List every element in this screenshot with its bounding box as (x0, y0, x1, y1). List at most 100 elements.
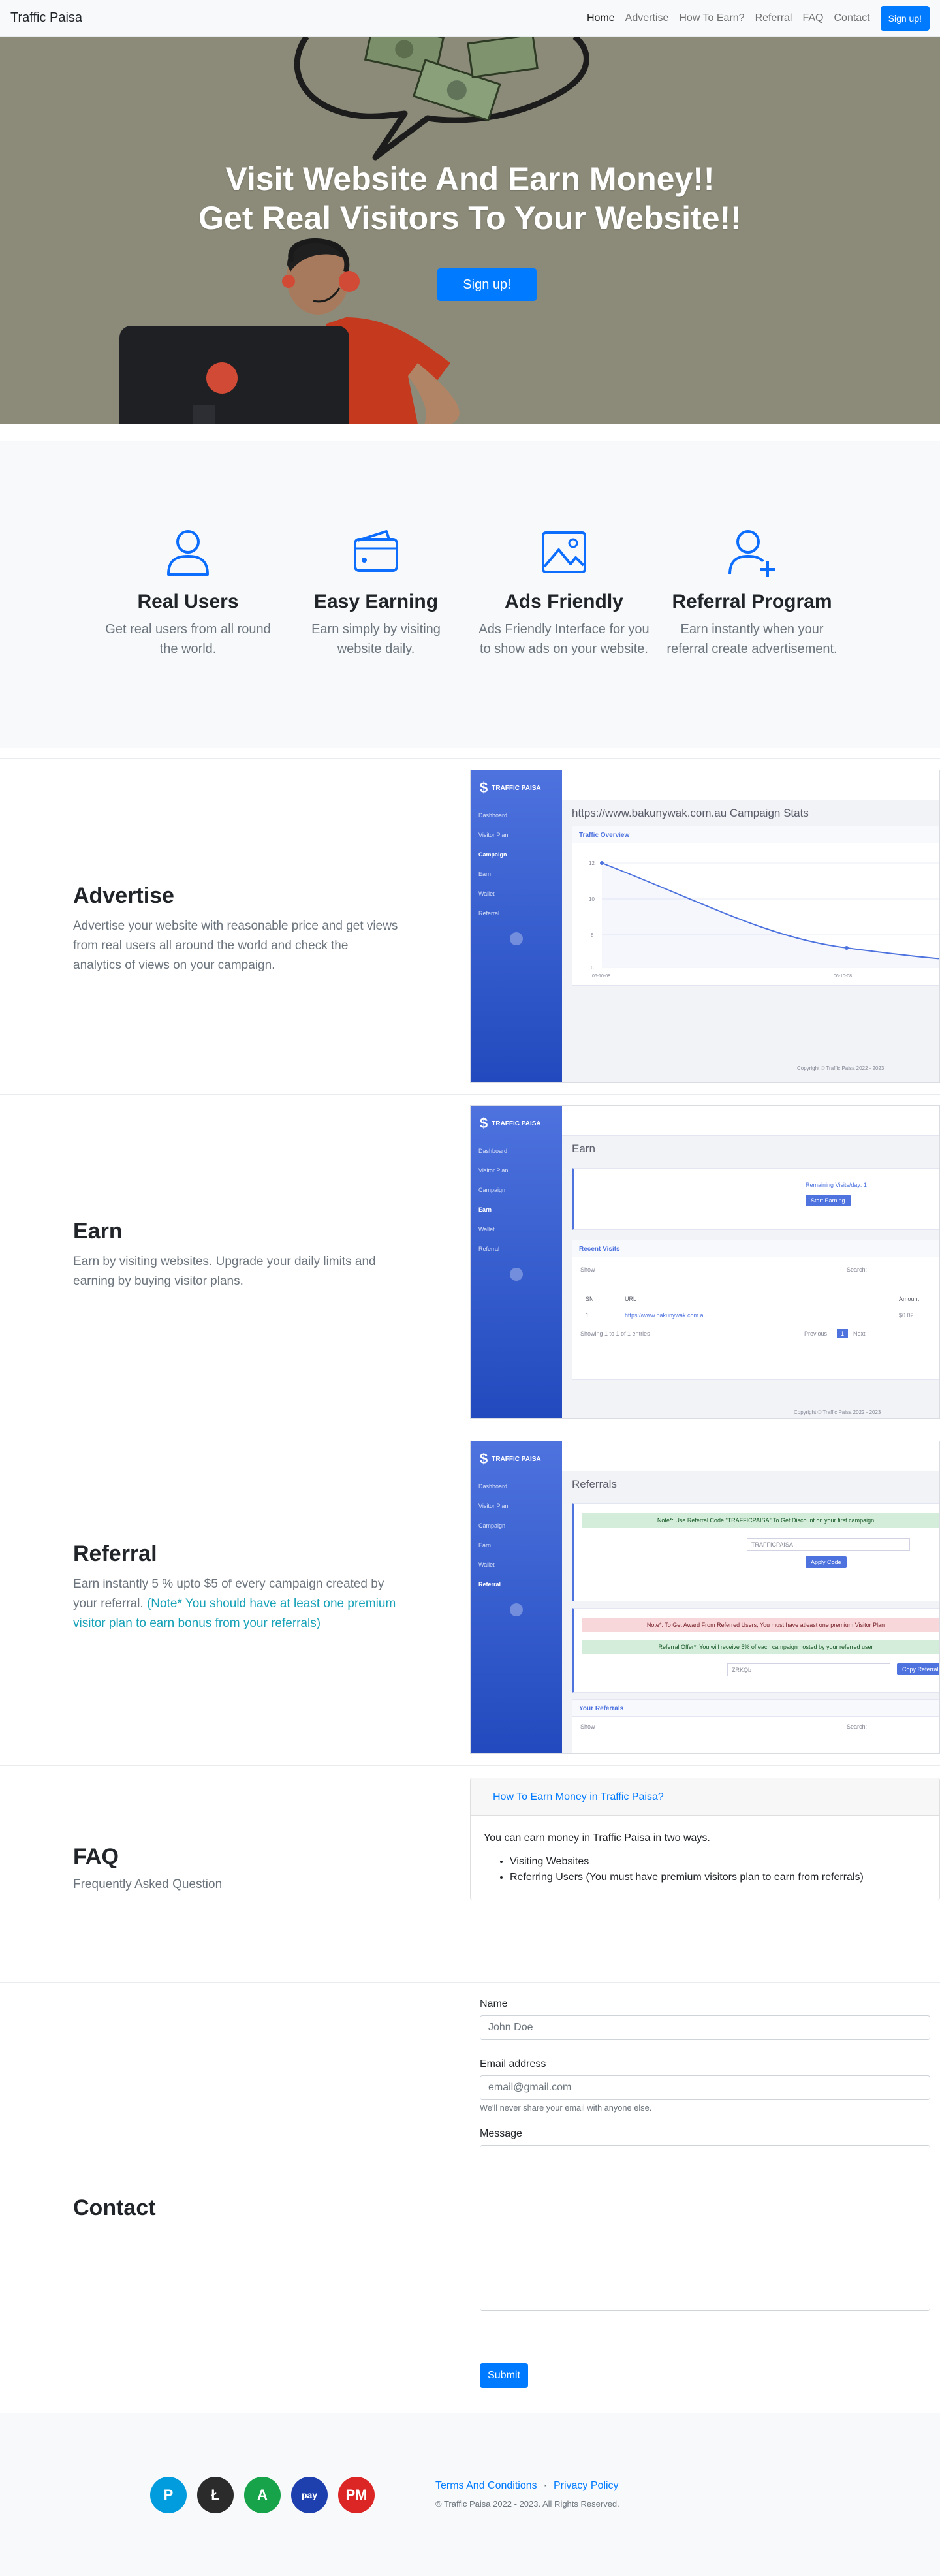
navbar: Traffic Paisa Home Advertise How To Earn… (0, 0, 940, 37)
referral-title: Referral (73, 1541, 157, 1566)
email-label: Email address (480, 2058, 546, 2069)
pagination-page: 1 (837, 1329, 849, 1338)
separator: · (543, 2480, 547, 2491)
sidebar-item-wallet: Wallet (478, 1226, 495, 1233)
row-amount: $0.02 (899, 1312, 914, 1319)
sidebar-item-dashboard: Dashboard (478, 812, 508, 819)
referral-code-card: Note*: Use Referral Code "TRAFFICPAISA" … (572, 1503, 939, 1601)
hero-section: Visit Website And Earn Money!! Get Real … (0, 37, 940, 424)
referral-text: Earn instantly 5 % upto $5 of every camp… (73, 1575, 400, 1633)
pagination-prev: Previous (804, 1330, 828, 1337)
sidebar-item-dashboard: Dashboard (478, 1148, 508, 1154)
faq-answer: You can earn money in Traffic Paisa in t… (471, 1816, 939, 1900)
dashboard-topbar (562, 1106, 939, 1136)
sidebar-item-wallet: Wallet (478, 1562, 495, 1568)
feature-referral-program: Referral Program Earn instantly when you… (658, 526, 846, 748)
campaign-stats-heading: https://www.bakunywak.com.au Campaign St… (572, 807, 809, 819)
feature-title: Referral Program (672, 591, 832, 612)
earn-text-block: Earn Earn by visiting websites. Upgrade … (73, 1219, 400, 1291)
remaining-visits: Remaining Visits/day: 1 (806, 1182, 867, 1188)
x-tick: 06-10-08 (592, 974, 610, 979)
recent-visits-card: Recent Visits Show Search: SN URL Amount… (572, 1240, 939, 1380)
message-textarea[interactable] (480, 2145, 930, 2311)
email-help-text: We'll never share your email with anyone… (480, 2103, 652, 2113)
start-earning-button: Start Earning (806, 1195, 851, 1206)
hero-title-line1: Visit Website And Earn Money!! (225, 161, 715, 197)
name-label: Name (480, 1998, 508, 2009)
row-url: https://www.bakunywak.com.au (625, 1312, 707, 1319)
offer-alert: Referral Offer*: You will receive 5% of … (582, 1640, 939, 1654)
copy-referral-button: Copy Referral Link (897, 1663, 939, 1675)
sidebar-item-referral: Referral (478, 910, 500, 917)
sidebar-item-earn: Earn (478, 1206, 492, 1213)
faq-answer-text: You can earn money in Traffic Paisa in t… (484, 1832, 710, 1844)
brand-logo[interactable]: Traffic Paisa (10, 10, 82, 25)
section-divider (0, 748, 940, 759)
sidebar-item-campaign: Campaign (478, 851, 507, 858)
sidebar-logo: $ TRAFFIC PAISA (480, 1115, 541, 1131)
epay-icon: pay (291, 2477, 328, 2513)
paypal-icon: P (150, 2477, 187, 2513)
your-referrals-card: Your Referrals Show Search: (572, 1699, 939, 1753)
earn-title: Earn (73, 1219, 123, 1244)
hero-signup-button[interactable]: Sign up! (437, 268, 537, 301)
feature-easy-earning: Easy Earning Earn simply by visiting web… (282, 526, 470, 748)
advertise-text: Advertise your website with reasonable p… (73, 919, 398, 972)
nav-signup-button[interactable]: Sign up! (880, 5, 930, 31)
x-tick: 06-10-08 (834, 974, 852, 979)
sidebar-item-earn: Earn (478, 871, 492, 877)
search-label: Search: (847, 1723, 868, 1730)
faq-title: FAQ (73, 1844, 119, 1869)
feature-text: Earn instantly when your referral create… (666, 622, 838, 656)
sidebar-item-visitor-plan: Visitor Plan (478, 832, 509, 838)
search-label: Search: (847, 1266, 868, 1273)
faq-accordion: How To Earn Money in Traffic Paisa? You … (470, 1778, 940, 1900)
contact-section: Contact Name John Doe Email address emai… (0, 1982, 940, 2413)
sidebar-item-campaign: Campaign (478, 1187, 506, 1193)
dashboard-sidebar: $ TRAFFIC PAISA Dashboard Visitor Plan Ca… (471, 770, 562, 1082)
wallet-icon (354, 530, 398, 572)
privacy-link[interactable]: Privacy Policy (554, 2480, 619, 2491)
premium-alert: Note*: To Get Award From Referred Users,… (582, 1618, 939, 1632)
advertise-screenshot: $ TRAFFIC PAISA Dashboard Visitor Plan Ca… (470, 770, 940, 1083)
faq-answer-list: Visiting Websites Referring Users (You m… (510, 1854, 926, 1885)
algorand-icon: A (244, 2477, 281, 2513)
nav-advertise[interactable]: Advertise (625, 12, 669, 24)
terms-link[interactable]: Terms And Conditions (435, 2480, 537, 2491)
show-entries: Show (580, 1723, 595, 1730)
col-amount: Amount (899, 1296, 920, 1302)
sidebar-logo: $ TRAFFIC PAISA (480, 1451, 541, 1467)
your-referrals-title: Your Referrals (572, 1700, 939, 1717)
sidebar-item-referral: Referral (478, 1581, 501, 1588)
footer-links: Terms And Conditions · Privacy Policy (435, 2480, 619, 2492)
contact-form: Name John Doe Email address email@gmail.… (480, 1998, 930, 2388)
sidebar-item-referral: Referral (478, 1246, 500, 1252)
nav-links: Home Advertise How To Earn? Referral FAQ… (587, 5, 930, 31)
nav-faq[interactable]: FAQ (802, 12, 823, 24)
feature-title: Ads Friendly (505, 591, 623, 612)
submit-button[interactable]: Submit (480, 2363, 528, 2388)
traffic-overview-card: Traffic Overview 12 10 8 6 06-10-08 06-1… (572, 826, 939, 986)
features-section: Real Users Get real users from all round… (0, 441, 940, 748)
sidebar-item-earn: Earn (478, 1542, 492, 1548)
pagination-next: Next (853, 1330, 866, 1337)
user-plus-icon (728, 530, 776, 577)
dashboard-sidebar: $ TRAFFIC PAISA Dashboard Visitor Plan Ca… (471, 1441, 562, 1753)
email-input[interactable]: email@gmail.com (480, 2075, 930, 2100)
name-input[interactable]: John Doe (480, 2015, 930, 2040)
faq-answer-item: Referring Users (You must have premium v… (510, 1870, 926, 1885)
nav-contact[interactable]: Contact (834, 12, 870, 24)
nav-home[interactable]: Home (587, 12, 615, 24)
payment-methods: P Ł A pay PM (150, 2477, 375, 2513)
hero-title: Visit Website And Earn Money!! Get Real … (0, 159, 940, 238)
nav-referral[interactable]: Referral (755, 12, 792, 24)
sidebar-toggle (510, 932, 523, 945)
footer: P Ł A pay PM Terms And Conditions · Privac… (0, 2413, 940, 2576)
contact-title: Contact (73, 2195, 156, 2220)
y-tick: 8 (591, 932, 594, 938)
section-divider (0, 424, 940, 441)
nav-how-to-earn[interactable]: How To Earn? (679, 12, 744, 24)
perfect-money-icon: PM (338, 2477, 375, 2513)
sidebar-item-dashboard: Dashboard (478, 1483, 508, 1490)
faq-question[interactable]: How To Earn Money in Traffic Paisa? (471, 1778, 939, 1816)
